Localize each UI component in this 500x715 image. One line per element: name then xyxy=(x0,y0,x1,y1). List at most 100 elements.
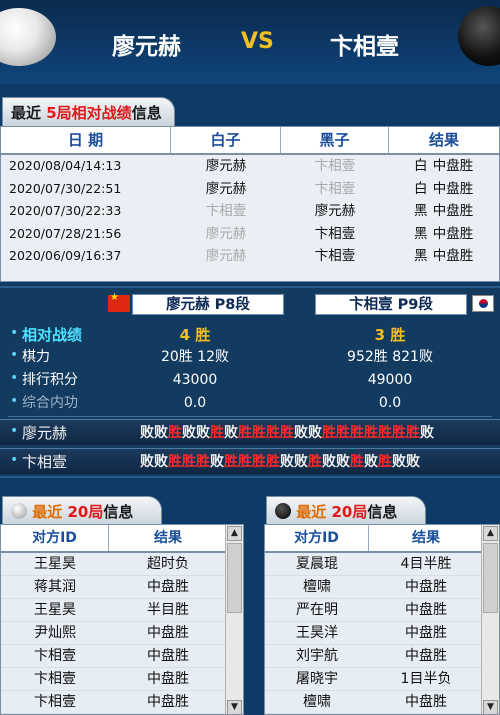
list-item[interactable]: 夏晨琨 4目半胜 xyxy=(265,553,483,576)
scrollbar[interactable]: ▲ ▼ xyxy=(225,525,243,714)
win-mark: 胜 xyxy=(196,454,210,470)
table-row[interactable]: 2020/07/30/22:51 廖元赫 卞相壹白中盘胜 xyxy=(1,178,499,201)
win-mark: 胜 xyxy=(238,454,252,470)
opponent-id[interactable]: 蒋其润 xyxy=(1,576,109,598)
black-player[interactable]: 卞相壹 xyxy=(281,178,389,201)
col-result: 结果 xyxy=(369,525,483,551)
list-item[interactable]: 卞相壹 中盘胜 xyxy=(1,645,227,668)
results-player2-name[interactable]: 卞相壹 xyxy=(22,449,67,475)
loss-mark: 败 xyxy=(140,454,154,470)
opponent-id[interactable]: 卞相壹 xyxy=(1,668,109,690)
match-header: 廖元赫 VS 卞相壹 xyxy=(0,0,500,84)
list-item[interactable]: 檀啸 中盘胜 xyxy=(265,691,483,714)
white-player-name[interactable]: 廖元赫 xyxy=(112,27,181,61)
list-item[interactable]: 屠晓宇 1目半负 xyxy=(265,668,483,691)
scroll-thumb[interactable] xyxy=(227,543,242,613)
loss-mark: 败 xyxy=(420,425,434,441)
col-opponent: 对方ID xyxy=(1,525,109,551)
table-row[interactable]: 2020/07/30/22:33 卞相壹 廖元赫黑中盘胜 xyxy=(1,200,499,223)
list-item[interactable]: 卞相壹 中盘胜 xyxy=(1,691,227,714)
recent5-header: 日 期 白子 黑子 结果 xyxy=(1,127,499,155)
result-text: 中盘胜 xyxy=(432,248,474,264)
white-player[interactable]: 廖元赫 xyxy=(171,223,281,246)
game-date: 2020/06/09/16:37 xyxy=(9,248,122,263)
opponent-id[interactable]: 屠晓宇 xyxy=(265,668,369,690)
list-item[interactable]: 王昊洋 中盘胜 xyxy=(265,622,483,645)
black-player[interactable]: 卞相壹 xyxy=(281,223,389,246)
list-item[interactable]: 王星昊 半目胜 xyxy=(1,599,227,622)
opponent-id[interactable]: 王星昊 xyxy=(1,599,109,621)
opponent-id[interactable]: 严在明 xyxy=(265,599,369,621)
opponent-id[interactable]: 檀啸 xyxy=(265,576,369,598)
scroll-up-icon[interactable]: ▲ xyxy=(483,526,498,541)
game-result: 中盘胜 xyxy=(147,625,189,641)
black-stone-icon xyxy=(458,6,500,66)
win-mark: 胜 xyxy=(336,425,350,441)
col-black: 黑子 xyxy=(281,127,389,153)
opponent-id[interactable]: 王星昊 xyxy=(1,553,109,575)
black-player[interactable]: 卞相壹 xyxy=(281,245,389,268)
white-player[interactable]: 廖元赫 xyxy=(171,178,281,201)
result-text: 中盘胜 xyxy=(432,203,474,219)
loss-mark: 败 xyxy=(294,425,308,441)
vs-label: VS xyxy=(241,29,274,54)
results-player1-name[interactable]: 廖元赫 xyxy=(22,420,67,446)
list-item[interactable]: 王星昊 超时负 xyxy=(1,553,227,576)
scroll-down-icon[interactable]: ▼ xyxy=(483,700,498,714)
win-mark: 胜 xyxy=(322,425,336,441)
black-player-name[interactable]: 卞相壹 xyxy=(330,27,399,61)
win-mark: 胜 xyxy=(224,454,238,470)
recent20-white-title: 最近 20局信息 xyxy=(2,496,162,526)
game-result: 中盘胜 xyxy=(147,694,189,710)
game-result: 白中盘胜 xyxy=(389,155,493,178)
scroll-thumb[interactable] xyxy=(483,543,498,613)
win-mark: 胜 xyxy=(378,425,392,441)
table-row[interactable]: 2020/06/09/16:37 廖元赫 卞相壹黑中盘胜 xyxy=(1,245,499,268)
table-row[interactable]: 2020/07/28/21:56 廖元赫 卞相壹黑中盘胜 xyxy=(1,223,499,246)
table-row[interactable]: 2020/08/04/14:13 廖元赫 卞相壹白中盘胜 xyxy=(1,155,499,178)
black-player[interactable]: 卞相壹 xyxy=(281,155,389,178)
winning-side: 黑 xyxy=(414,225,428,242)
list-item[interactable]: 尹灿熙 中盘胜 xyxy=(1,622,227,645)
game-result: 中盘胜 xyxy=(147,648,189,664)
stat-row-strength: • 棋力 20胜 12败 952胜 821败 xyxy=(0,346,500,368)
loss-mark: 败 xyxy=(364,454,378,470)
list-item[interactable]: 卞相壹 中盘胜 xyxy=(1,668,227,691)
game-result: 中盘胜 xyxy=(147,671,189,687)
win-mark: 胜 xyxy=(182,454,196,470)
game-result: 半目胜 xyxy=(147,602,189,618)
scrollbar[interactable]: ▲ ▼ xyxy=(481,525,499,714)
results-sequence-player1: 败败胜败败胜败胜胜胜胜败败胜胜胜胜胜胜胜败 xyxy=(140,420,434,446)
opponent-id[interactable]: 尹灿熙 xyxy=(1,622,109,644)
opponent-id[interactable]: 卞相壹 xyxy=(1,691,109,713)
scroll-up-icon[interactable]: ▲ xyxy=(227,526,242,541)
col-white: 白子 xyxy=(171,127,281,153)
win-mark: 胜 xyxy=(238,425,252,441)
bullet-icon: • xyxy=(10,452,19,468)
game-result: 黑中盘胜 xyxy=(389,245,493,268)
opponent-id[interactable]: 夏晨琨 xyxy=(265,553,369,575)
white-player[interactable]: 廖元赫 xyxy=(171,155,281,178)
loss-mark: 败 xyxy=(406,454,420,470)
white-player[interactable]: 廖元赫 xyxy=(171,245,281,268)
bullet-icon: • xyxy=(10,423,19,439)
opponent-id[interactable]: 刘宇航 xyxy=(265,645,369,667)
recent5-body: 2020/08/04/14:13 廖元赫 卞相壹白中盘胜 2020/07/30/22:… xyxy=(1,155,499,268)
scroll-down-icon[interactable]: ▼ xyxy=(227,700,242,714)
opponent-id[interactable]: 王昊洋 xyxy=(265,622,369,644)
win-mark: 胜 xyxy=(308,454,322,470)
white-player[interactable]: 卞相壹 xyxy=(171,200,281,223)
black-stone-icon xyxy=(275,503,291,519)
opponent-id[interactable]: 檀啸 xyxy=(265,691,369,713)
recent5-title: 最近 5局相对战绩信息 xyxy=(2,97,175,127)
list-item[interactable]: 檀啸 中盘胜 xyxy=(265,576,483,599)
opponent-id[interactable]: 卞相壹 xyxy=(1,645,109,667)
winning-side: 黑 xyxy=(414,203,428,219)
black-player[interactable]: 廖元赫 xyxy=(281,200,389,223)
game-result: 中盘胜 xyxy=(147,579,189,595)
results-row-player2: • 卞相壹 败败胜胜胜败胜胜胜胜败败胜败败胜败胜败败 xyxy=(0,448,500,474)
list-item[interactable]: 刘宇航 中盘胜 xyxy=(265,645,483,668)
list-item[interactable]: 严在明 中盘胜 xyxy=(265,599,483,622)
game-result: 黑中盘胜 xyxy=(389,223,493,246)
list-item[interactable]: 蒋其润 中盘胜 xyxy=(1,576,227,599)
